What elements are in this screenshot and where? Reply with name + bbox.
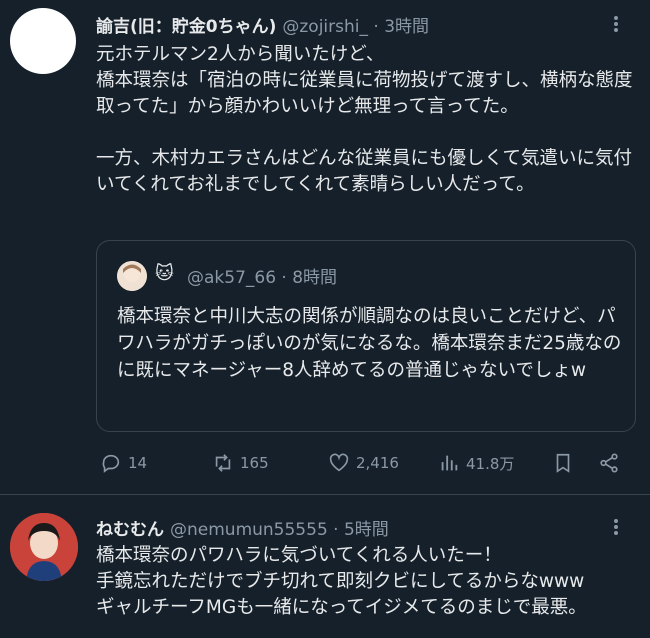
tweet-header: 諭吉(旧：貯金0ちゃん) @zojirshi_ · 3時間 <box>96 12 429 37</box>
quote-text: 橋本環奈と中川大志の関係が順調なのは良いことだけど、パワハラがガチっぽいのが気に… <box>117 306 622 381</box>
like-count: 2,416 <box>356 454 399 472</box>
avatar[interactable] <box>10 8 76 74</box>
retweet-button[interactable]: 165 <box>212 452 269 474</box>
reply-button[interactable]: 14 <box>100 452 147 474</box>
views-button[interactable]: 41.8万 <box>438 452 514 474</box>
reply-icon <box>102 454 120 473</box>
action-bar: 14 165 2,416 41.8万 <box>96 452 636 480</box>
cat-emoji: 🐱 <box>155 263 174 284</box>
reply-count: 14 <box>128 454 148 472</box>
handle-time[interactable]: @zojirshi_ · 3時間 <box>282 17 429 37</box>
bookmark-button[interactable] <box>552 452 580 474</box>
heart-icon <box>329 453 349 472</box>
views-icon <box>441 455 458 471</box>
retweet-count: 165 <box>240 454 269 472</box>
avatar[interactable] <box>10 513 78 581</box>
view-count: 41.8万 <box>466 454 515 473</box>
tweet[interactable]: ねむむん @nemumun55555 · 5時間 橋本環奈のパワハラに気づいてくれ… <box>0 495 650 638</box>
display-name[interactable]: 諭吉(旧：貯金0ちゃん) <box>96 17 276 37</box>
tweet-header: ねむむん @nemumun55555 · 5時間 <box>96 515 389 540</box>
retweet-icon <box>215 454 231 472</box>
share-icon <box>600 453 618 473</box>
quoted-tweet[interactable]: 🐱 @ak57_66 · 8時間 橋本環奈と中川大志の関係が順調なのは良いことだ… <box>96 240 636 432</box>
more-icon[interactable] <box>604 517 628 537</box>
display-name[interactable]: ねむむん <box>96 520 164 540</box>
like-button[interactable]: 2,416 <box>328 452 399 474</box>
handle-time[interactable]: @nemumun55555 · 5時間 <box>170 520 389 540</box>
quote-handle-time: @ak57_66 · 8時間 <box>187 268 338 288</box>
tweet-text: 橋本環奈のパワハラに気づいてくれる人いたー！ 手鏡忘れただけでブチ切れて即刻クビ… <box>96 545 587 618</box>
more-icon[interactable] <box>604 14 628 34</box>
tweet-text: 元ホテルマン2人から聞いたけど、 橋本環奈は「宿泊の時に従業員に荷物投げて渡すし… <box>96 44 633 195</box>
quote-avatar <box>117 261 147 291</box>
share-button[interactable] <box>598 452 626 474</box>
bookmark-icon <box>556 453 570 473</box>
tweet[interactable]: 諭吉(旧：貯金0ちゃん) @zojirshi_ · 3時間 元ホテルマン2人から聞… <box>0 0 650 494</box>
